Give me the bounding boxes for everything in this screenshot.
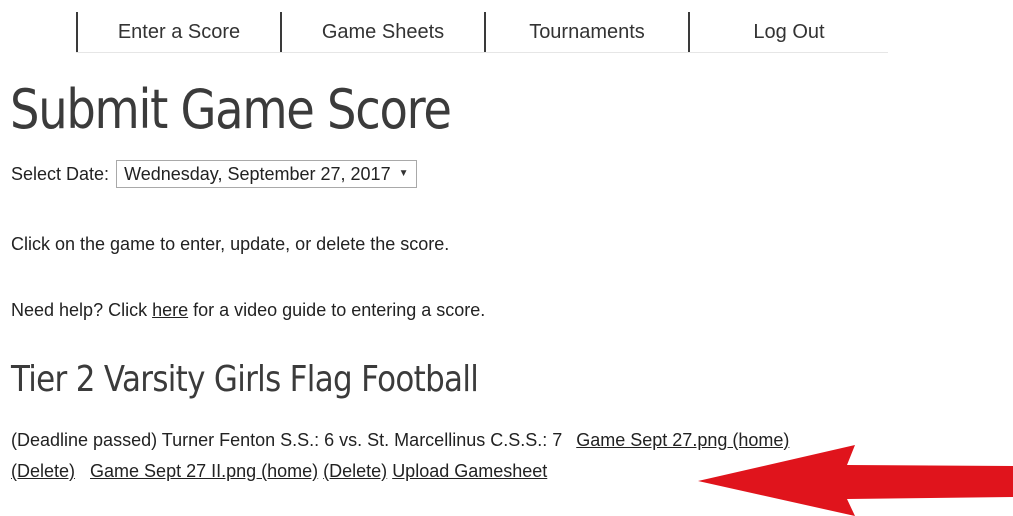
date-selector-row: Select Date: Wednesday, September 27, 20…: [11, 160, 418, 188]
page-title: Submit Game Score: [10, 78, 452, 141]
upload-gamesheet-link[interactable]: Upload Gamesheet: [392, 461, 547, 481]
nav-game-sheets[interactable]: Game Sheets: [280, 12, 484, 52]
date-label: Select Date:: [11, 164, 110, 184]
top-navigation: Enter a Score Game Sheets Tournaments Lo…: [76, 12, 888, 53]
date-select-value: Wednesday, September 27, 2017: [124, 164, 391, 184]
nav-enter-score[interactable]: Enter a Score: [76, 12, 280, 52]
instructions-text: Click on the game to enter, update, or d…: [11, 234, 450, 254]
nav-log-out[interactable]: Log Out: [688, 12, 888, 52]
game-entry-line-1: (Deadline passed) Turner Fenton S.S.: 6 …: [11, 428, 789, 452]
dropdown-caret-icon: ▼: [398, 168, 409, 179]
red-arrow-icon: [698, 445, 1013, 516]
gamesheet-file-link-2[interactable]: Game Sept 27 II.png (home): [90, 461, 318, 481]
help-prefix: Need help? Click: [11, 300, 153, 320]
game-summary-link[interactable]: (Deadline passed) Turner Fenton S.S.: 6 …: [11, 430, 562, 450]
nav-tournaments[interactable]: Tournaments: [484, 12, 688, 52]
delete-gamesheet-2-link[interactable]: (Delete): [323, 461, 387, 481]
delete-gamesheet-1-link[interactable]: (Delete): [11, 461, 75, 481]
section-title: Tier 2 Varsity Girls Flag Football: [11, 359, 479, 400]
help-suffix: for a video guide to entering a score.: [188, 300, 486, 320]
help-text: Need help? Click here for a video guide …: [11, 298, 485, 322]
game-entry-line-2: (Delete) Game Sept 27 II.png (home) (Delet…: [11, 459, 547, 483]
date-select[interactable]: Wednesday, September 27, 2017 ▼: [116, 160, 418, 188]
help-video-link[interactable]: here: [152, 300, 188, 320]
